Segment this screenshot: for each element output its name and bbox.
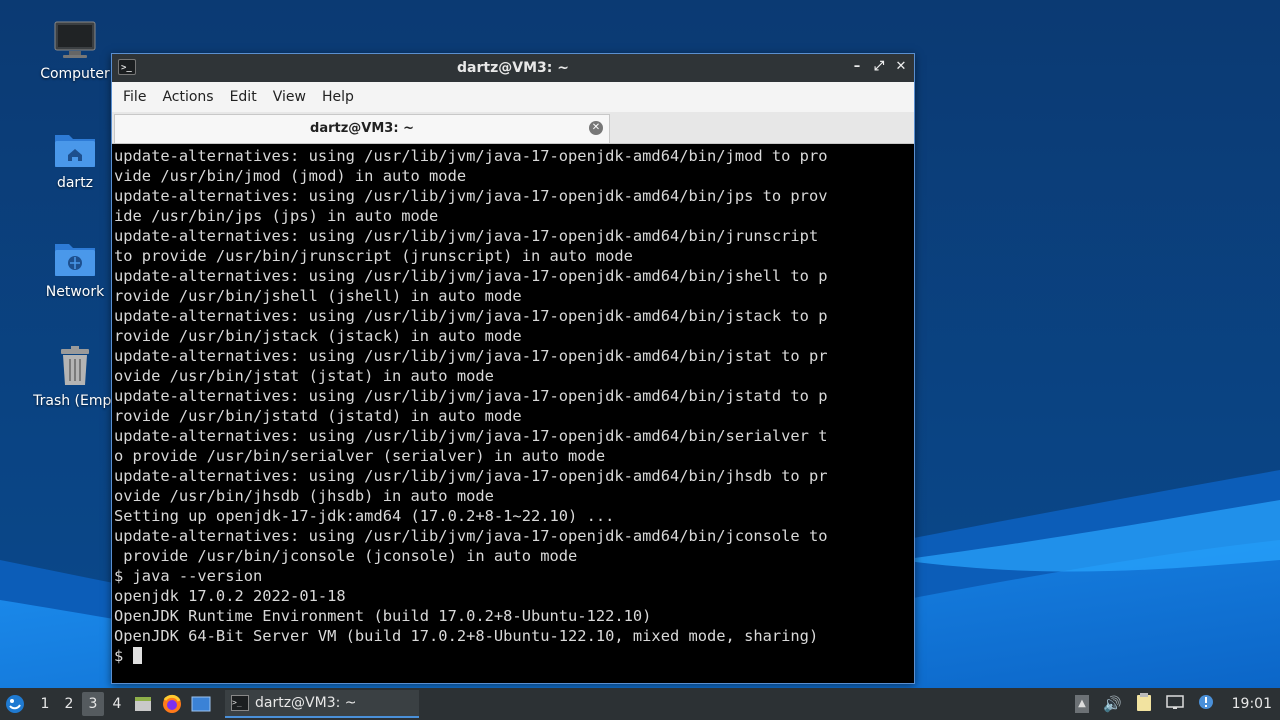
terminal-line: $ java --version [114,567,263,585]
terminal-icon: >_ [231,695,249,711]
close-icon[interactable]: ✕ [892,58,910,76]
prompt: $ [114,647,133,665]
workspace-3[interactable]: 3 [82,692,104,716]
terminal-line: update-alternatives: using /usr/lib/jvm/… [114,227,819,245]
minimize-icon[interactable]: – [848,58,866,76]
tab-close-icon[interactable]: ✕ [589,121,603,135]
clock[interactable]: 19:01 [1232,696,1272,712]
tab-terminal[interactable]: dartz@VM3: ~ ✕ [114,114,610,143]
workspace-2[interactable]: 2 [58,692,80,716]
tab-bar: dartz@VM3: ~ ✕ [112,112,914,144]
terminal-line: to provide /usr/bin/jrunscript (jrunscri… [114,247,633,265]
menu-view[interactable]: View [266,89,313,105]
workspace-1[interactable]: 1 [34,692,56,716]
text-cursor [132,647,142,664]
terminal-line: update-alternatives: using /usr/lib/jvm/… [114,387,828,405]
taskbar-task-terminal[interactable]: >_ dartz@VM3: ~ [225,690,419,718]
desktop-icon [191,696,211,712]
terminal-line: update-alternatives: using /usr/lib/jvm/… [114,147,828,165]
terminal-line: update-alternatives: using /usr/lib/jvm/… [114,267,828,285]
volume-icon[interactable]: 🔊 [1103,695,1122,713]
firefox-launcher[interactable] [157,688,187,720]
task-label: dartz@VM3: ~ [255,695,357,711]
terminal-window: >_ dartz@VM3: ~ – ⤢ ✕ File Actions Edit … [111,53,915,684]
home-folder-icon [53,127,97,171]
terminal-line: OpenJDK Runtime Environment (build 17.0.… [114,607,652,625]
terminal-line: vide /usr/bin/jmod (jmod) in auto mode [114,167,467,185]
terminal-line: update-alternatives: using /usr/lib/jvm/… [114,427,828,445]
terminal-line: ovide /usr/bin/jhsdb (jhsdb) in auto mod… [114,487,494,505]
file-manager-launcher[interactable] [129,688,157,720]
file-manager-icon [135,697,151,711]
network-icon[interactable] [1165,694,1184,714]
trash-icon [53,345,97,389]
system-tray: ▲ 🔊 19:01 [1074,688,1280,720]
terminal-line: ovide /usr/bin/jstat (jstat) in auto mod… [114,367,494,385]
terminal-line: rovide /usr/bin/jshell (jshell) in auto … [114,287,522,305]
menubar: File Actions Edit View Help [112,82,914,112]
terminal-output[interactable]: update-alternatives: using /usr/lib/jvm/… [114,146,912,681]
menu-help[interactable]: Help [315,89,361,105]
workspace-switcher: 1 2 3 4 [33,688,129,720]
terminal-line: update-alternatives: using /usr/lib/jvm/… [114,187,828,205]
terminal-line: OpenJDK 64-Bit Server VM (build 17.0.2+8… [114,627,819,645]
window-title: dartz@VM3: ~ [457,60,569,76]
terminal-line: update-alternatives: using /usr/lib/jvm/… [114,307,828,325]
clipboard-icon[interactable] [1136,693,1152,715]
terminal-line: Setting up openjdk-17-jdk:amd64 (17.0.2+… [114,507,615,525]
workspace-4[interactable]: 4 [106,692,128,716]
terminal-line: provide /usr/bin/jconsole (jconsole) in … [114,547,578,565]
terminal-line: openjdk 17.0.2 2022-01-18 [114,587,346,605]
taskbar: 1 2 3 4 >_ dartz@VM3: ~ ▲ 🔊 19:01 [0,688,1280,720]
show-desktop-button[interactable] [187,688,215,720]
network-folder-icon [53,236,97,280]
menu-actions[interactable]: Actions [155,89,220,105]
maximize-icon[interactable]: ⤢ [870,58,888,76]
tray-up-arrow-icon[interactable]: ▲ [1074,695,1089,713]
window-titlebar[interactable]: >_ dartz@VM3: ~ – ⤢ ✕ [112,54,914,82]
terminal-line: ide /usr/bin/jps (jps) in auto mode [114,207,439,225]
terminal-line: rovide /usr/bin/jstatd (jstatd) in auto … [114,407,522,425]
start-menu-button[interactable] [0,688,30,720]
lubuntu-logo-icon [6,695,24,713]
terminal-line: o provide /usr/bin/serialver (serialver)… [114,447,606,465]
tab-label: dartz@VM3: ~ [310,121,414,136]
computer-icon [53,18,97,62]
terminal-line: rovide /usr/bin/jstack (jstack) in auto … [114,327,522,345]
terminal-line: update-alternatives: using /usr/lib/jvm/… [114,347,828,365]
firefox-icon [163,694,181,713]
terminal-line: update-alternatives: using /usr/lib/jvm/… [114,527,828,545]
terminal-prompt-line: $ [114,646,912,666]
notification-icon[interactable] [1198,694,1214,714]
menu-file[interactable]: File [116,89,153,105]
terminal-icon[interactable]: >_ [118,59,136,75]
terminal-line: update-alternatives: using /usr/lib/jvm/… [114,467,828,485]
menu-edit[interactable]: Edit [223,89,264,105]
